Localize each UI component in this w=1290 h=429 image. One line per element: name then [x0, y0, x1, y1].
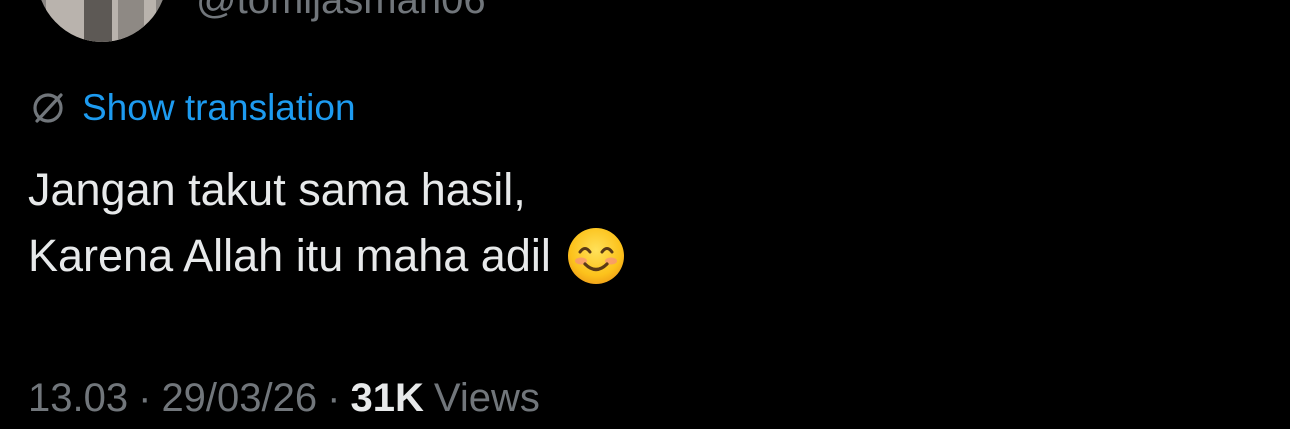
avatar-photo-shape	[118, 0, 144, 42]
smiling-face-emoji-icon	[567, 227, 625, 285]
meta-separator: ·	[138, 376, 152, 420]
tweet-date[interactable]: 29/03/26	[161, 372, 317, 424]
tweet-line-text: Karena Allah itu maha adil	[28, 230, 551, 281]
meta-separator: ·	[327, 376, 341, 420]
show-translation-button[interactable]: Show translation	[28, 88, 356, 128]
tweet-line-text: Jangan takut sama hasil,	[28, 164, 526, 215]
author-handle[interactable]: @tomijasman06	[196, 0, 486, 20]
avatar[interactable]	[36, 0, 168, 42]
tweet-line: Karena Allah itu maha adil	[28, 226, 1248, 286]
globe-icon	[28, 88, 68, 128]
avatar-photo-shape	[84, 0, 112, 42]
tweet-text: Jangan takut sama hasil, Karena Allah it…	[28, 160, 1248, 286]
views-label[interactable]: Views	[434, 372, 540, 424]
tweet-metadata: 13.03 · 29/03/26 · 31K Views	[28, 372, 540, 424]
views-count[interactable]: 31K	[350, 372, 423, 424]
tweet-time[interactable]: 13.03	[28, 372, 128, 424]
tweet-line: Jangan takut sama hasil,	[28, 160, 1248, 220]
show-translation-label: Show translation	[82, 87, 356, 128]
